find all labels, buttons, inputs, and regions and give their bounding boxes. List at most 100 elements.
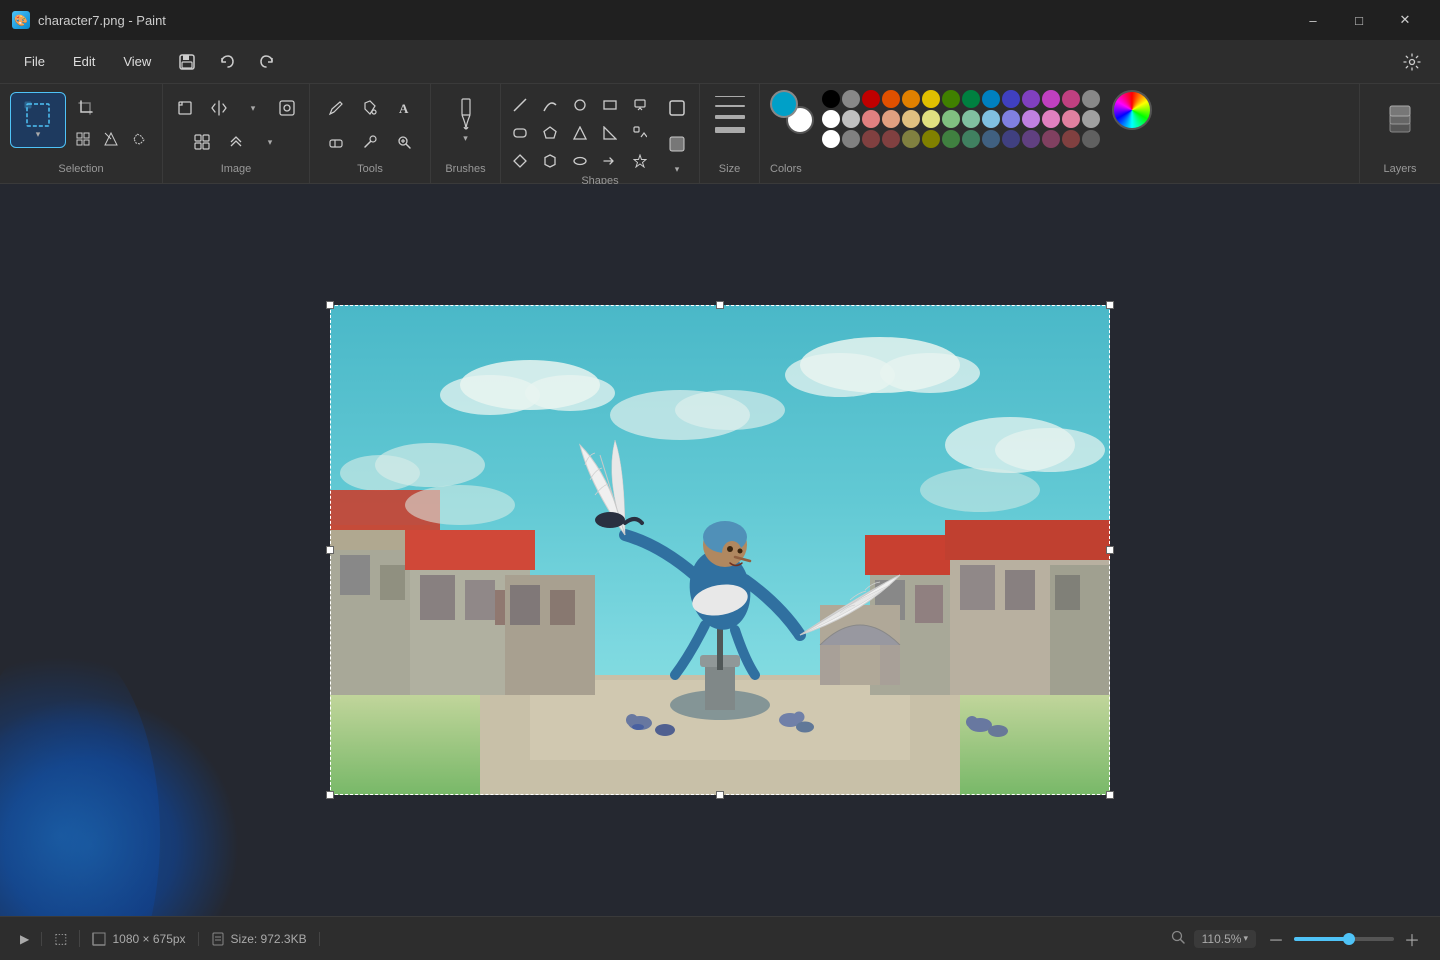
palette-color-0-5[interactable]: [922, 90, 940, 108]
zoom-tool[interactable]: [388, 126, 420, 158]
palette-color-1-7[interactable]: [962, 110, 980, 128]
palette-color-1-6[interactable]: [942, 110, 960, 128]
size-1px[interactable]: [715, 96, 745, 97]
palette-color-1-1[interactable]: [842, 110, 860, 128]
palette-color-0-8[interactable]: [982, 90, 1000, 108]
palette-color-1-8[interactable]: [982, 110, 1000, 128]
palette-color-0-6[interactable]: [942, 90, 960, 108]
palette-color-1-10[interactable]: [1022, 110, 1040, 128]
palette-color-0-13[interactable]: [1082, 90, 1100, 108]
palette-color-2-5[interactable]: [922, 130, 940, 148]
palette-color-0-1[interactable]: [842, 90, 860, 108]
palette-color-2-7[interactable]: [962, 130, 980, 148]
star-shape[interactable]: [627, 148, 653, 174]
pencil-tool[interactable]: [320, 92, 352, 124]
shape-dropdown[interactable]: [627, 92, 653, 118]
crop-tool-button[interactable]: [70, 92, 102, 124]
outline-style-button[interactable]: [661, 92, 693, 124]
flip-button[interactable]: [203, 92, 235, 124]
zoom-out-button[interactable]: －: [1264, 927, 1288, 951]
handle-bottom-left[interactable]: [326, 791, 334, 799]
minimize-button[interactable]: –: [1290, 4, 1336, 36]
maximize-button[interactable]: □: [1336, 4, 1382, 36]
palette-color-1-3[interactable]: [882, 110, 900, 128]
undo-button[interactable]: [211, 46, 243, 78]
palette-color-0-0[interactable]: [822, 90, 840, 108]
palette-color-2-12[interactable]: [1062, 130, 1080, 148]
palette-color-0-2[interactable]: [862, 90, 880, 108]
palette-color-0-4[interactable]: [902, 90, 920, 108]
settings-button[interactable]: [1396, 46, 1428, 78]
triangle-shape[interactable]: [567, 120, 593, 146]
foreground-color-swatch[interactable]: [770, 90, 798, 118]
palette-color-1-0[interactable]: [822, 110, 840, 128]
rect-shape[interactable]: [597, 92, 623, 118]
palette-color-1-5[interactable]: [922, 110, 940, 128]
palette-color-0-12[interactable]: [1062, 90, 1080, 108]
zoom-slider[interactable]: [1294, 937, 1394, 941]
view-menu[interactable]: View: [111, 50, 163, 73]
select-all-button[interactable]: [70, 126, 96, 152]
palette-color-1-2[interactable]: [862, 110, 880, 128]
image-container[interactable]: [330, 305, 1110, 795]
hexagon-shape[interactable]: [537, 148, 563, 174]
free-select-button[interactable]: [126, 126, 152, 152]
palette-color-0-3[interactable]: [882, 90, 900, 108]
layers-button[interactable]: [1380, 92, 1420, 148]
fill-tool[interactable]: [354, 92, 386, 124]
size-2px[interactable]: [715, 105, 745, 107]
ellipse-shape[interactable]: [567, 148, 593, 174]
select-canvas-button[interactable]: [271, 92, 303, 124]
palette-color-2-6[interactable]: [942, 130, 960, 148]
handle-top-left[interactable]: [326, 301, 334, 309]
eyedropper-tool[interactable]: [354, 126, 386, 158]
palette-color-2-1[interactable]: [842, 130, 860, 148]
zoom-in-button[interactable]: ＋: [1400, 927, 1424, 951]
arrow-shape[interactable]: [597, 148, 623, 174]
redo-button[interactable]: [251, 46, 283, 78]
handle-top-right[interactable]: [1106, 301, 1114, 309]
more-shapes[interactable]: [627, 120, 653, 146]
pentagon-shape[interactable]: [537, 120, 563, 146]
palette-color-0-7[interactable]: [962, 90, 980, 108]
palette-color-2-10[interactable]: [1022, 130, 1040, 148]
palette-color-2-2[interactable]: [862, 130, 880, 148]
handle-bottom-right[interactable]: [1106, 791, 1114, 799]
palette-color-0-10[interactable]: [1022, 90, 1040, 108]
palette-color-1-9[interactable]: [1002, 110, 1020, 128]
right-triangle-shape[interactable]: [597, 120, 623, 146]
flip-dropdown[interactable]: ▾: [237, 92, 269, 124]
circle-shape[interactable]: [567, 92, 593, 118]
palette-color-2-0[interactable]: [822, 130, 840, 148]
handle-middle-left[interactable]: [326, 546, 334, 554]
palette-color-2-11[interactable]: [1042, 130, 1060, 148]
diamond-shape[interactable]: [507, 148, 533, 174]
line-shape[interactable]: [507, 92, 533, 118]
palette-color-2-4[interactable]: [902, 130, 920, 148]
palette-color-1-11[interactable]: [1042, 110, 1060, 128]
palette-color-0-9[interactable]: [1002, 90, 1020, 108]
palette-color-2-13[interactable]: [1082, 130, 1100, 148]
selection-tool-button[interactable]: ▾: [10, 92, 66, 148]
rotate-button[interactable]: [169, 92, 201, 124]
handle-middle-right[interactable]: [1106, 546, 1114, 554]
handle-top-center[interactable]: [716, 301, 724, 309]
save-button[interactable]: [171, 46, 203, 78]
size-6px[interactable]: [715, 127, 745, 133]
eraser-tool[interactable]: [320, 126, 352, 158]
zoom-value-display[interactable]: 110.5% ▾: [1194, 930, 1256, 948]
arrow-button[interactable]: [220, 126, 252, 158]
close-button[interactable]: ✕: [1382, 4, 1428, 36]
invert-select-button[interactable]: [98, 126, 124, 152]
handle-bottom-center[interactable]: [716, 791, 724, 799]
palette-color-2-3[interactable]: [882, 130, 900, 148]
edit-menu[interactable]: Edit: [61, 50, 107, 73]
size-4px[interactable]: [715, 115, 745, 119]
file-menu[interactable]: File: [12, 50, 57, 73]
palette-color-0-11[interactable]: [1042, 90, 1060, 108]
fill-style-button[interactable]: [661, 128, 693, 160]
palette-color-1-4[interactable]: [902, 110, 920, 128]
palette-color-2-9[interactable]: [1002, 130, 1020, 148]
palette-color-1-13[interactable]: [1082, 110, 1100, 128]
shape-style-dropdown[interactable]: ▾: [661, 164, 693, 175]
